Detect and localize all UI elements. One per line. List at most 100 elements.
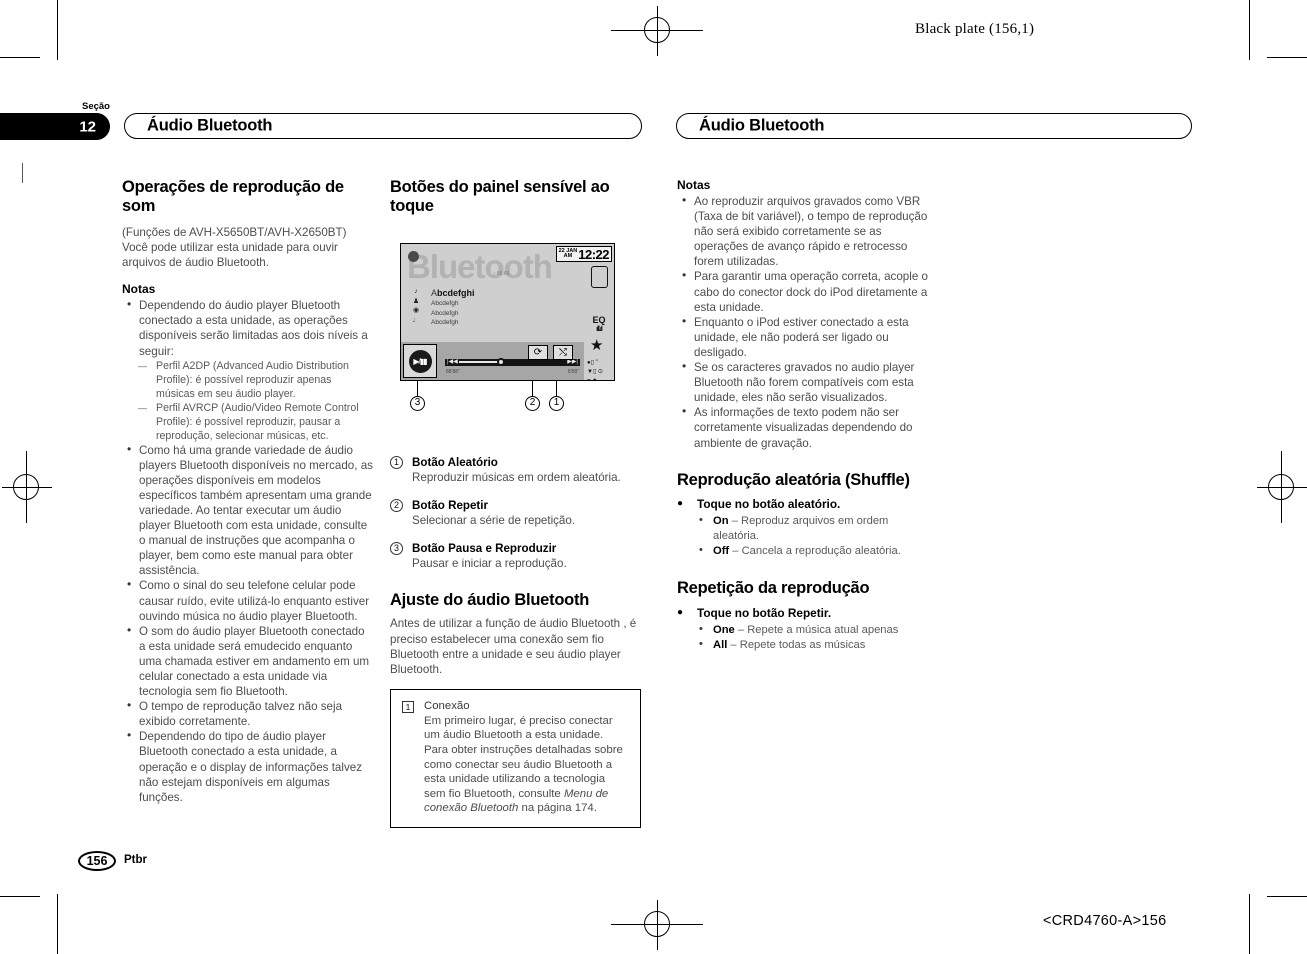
crop-mark-tl-v — [57, 0, 59, 60]
seek-knob[interactable] — [497, 358, 505, 366]
previous-track-icon[interactable]: |◀◀ — [447, 359, 458, 365]
track-type-icons: ♪ ♟ ◉ ♩ — [410, 287, 422, 325]
col2-para-ajuste: Antes de utilizar a função de áudio Blue… — [390, 617, 637, 676]
list-item: Como o sinal do seu telefone celular pod… — [122, 577, 373, 623]
col1-notes-list: Dependendo do áudio player Bluetooth con… — [122, 297, 373, 358]
heading-operacoes: Operações de reprodução de som — [122, 178, 344, 216]
artist-icon: ♟ — [412, 297, 420, 305]
manual-page: Black plate (156,1) <CRD4760-A>156 Seção… — [0, 0, 1307, 954]
col3-notes-list: Ao reproduzir arquivos gravados como VBR… — [677, 193, 928, 451]
heading-repeat: Repetição da reprodução — [677, 579, 870, 598]
column-one: Operações de reprodução de som (Funções … — [122, 178, 373, 805]
crop-mark-tl-h — [0, 57, 40, 59]
list-item: All – Repete todas as músicas — [699, 637, 928, 653]
list-item: On – Reproduz arquivos em ordem aleatóri… — [699, 513, 928, 544]
page-number-badge: 156 — [78, 851, 116, 871]
eq-icon: EQ ıll.ıl — [592, 315, 606, 334]
col1-intro-text: Você pode utilizar esta unidade para ouv… — [122, 241, 338, 270]
option-one-desc: – Repete a música atual apenas — [734, 623, 899, 636]
option-on-label: On — [713, 515, 729, 528]
repeat-options: One – Repete a música atual apenas All –… — [677, 622, 928, 653]
list-item: Off – Cancela a reprodução aleatória. — [699, 543, 928, 559]
col3-notes-title: Notas — [677, 178, 711, 192]
track-line-4: Abcdefgh — [431, 319, 459, 326]
page-header-left: Áudio Bluetooth — [124, 113, 642, 139]
black-plate-label: Black plate (156,1) — [915, 21, 1035, 37]
callout-bubble-1: 1 — [549, 396, 564, 411]
repeat-operation-list: Toque no botão Repetir. — [677, 605, 928, 621]
list-item: O som do áudio player Bluetooth conectad… — [122, 623, 373, 699]
list-item: Dependendo do áudio player Bluetooth con… — [122, 297, 373, 358]
callout-number-2: 2 — [390, 498, 403, 512]
clock-time: 12:22 — [578, 246, 609, 262]
col1-notes-title: Notas — [122, 282, 156, 297]
column-three: Notas Ao reproduzir arquivos gravados co… — [677, 178, 928, 653]
crop-mark-br-h — [1267, 896, 1307, 898]
bluetooth-watermark: Bluetooth — [407, 248, 553, 285]
note-box-conexao: 1 Conexão Em primeiro lugar, é preciso c… — [390, 688, 641, 828]
shuffle-icon: ⤭ — [559, 346, 567, 358]
note-box-line2-c: na página 174. — [518, 802, 597, 815]
callout-number-1: 1 — [390, 455, 403, 469]
list-item: As informações de texto podem não ser co… — [677, 404, 928, 450]
callout-bubble-3: 3 — [410, 396, 425, 411]
status-row-2-icon: ▼▯ ⊙ — [587, 369, 603, 375]
status-row-3-icon: ━ ✦ — [587, 378, 598, 381]
option-one-label: One — [713, 623, 735, 636]
crop-mark-tr-h — [1267, 57, 1307, 59]
callout-bubble-2: 2 — [525, 396, 540, 411]
clock-ampm: AM — [563, 253, 573, 259]
callout-title-3: Botão Pausa e Reproduzir — [412, 541, 557, 555]
list-item: Dependendo do tipo de áudio player Bluet… — [122, 728, 373, 804]
phone-icon — [591, 266, 608, 288]
leader-line-3 — [417, 381, 419, 397]
callout-title-1: Botão Aleatório — [412, 455, 498, 469]
track-info: Abcdefghi Abcdefgh Abcdefgh Abcdefgh — [431, 288, 475, 328]
callout-item-2: 2 Botão Repetir Selecionar a série de re… — [390, 498, 641, 528]
list-item: Ao reproduzir arquivos gravados como VBR… — [677, 193, 928, 269]
callout-desc-2: Selecionar a série de repetição. — [412, 513, 576, 527]
section-tab: 12 — [0, 113, 110, 140]
shuffle-operation-list: Toque no botão aleatório. — [677, 496, 928, 512]
shuffle-options: On – Reproduz arquivos em ordem aleatóri… — [677, 513, 928, 559]
time-total: 8'88" — [567, 369, 579, 375]
operation-shuffle: Toque no botão aleatório. — [677, 496, 928, 512]
note-box-title: Conexão — [424, 699, 470, 712]
music-note-icon: ♪ — [414, 288, 418, 295]
callout-item-1: 1 Botão Aleatório Reproduzir músicas em … — [390, 455, 641, 485]
callout-number-3: 3 — [390, 541, 403, 555]
page-header-left-title: Áudio Bluetooth — [147, 116, 273, 135]
callout-title-2: Botão Repetir — [412, 498, 489, 512]
page-header-right: Áudio Bluetooth — [676, 113, 1192, 139]
shuffle-button[interactable]: ⤭ — [553, 345, 573, 360]
note-glyph-label: ♪ 66:66 — [493, 271, 510, 277]
leader-line-2 — [532, 381, 534, 397]
heading-ajuste: Ajuste do áudio Bluetooth — [390, 590, 590, 609]
left-margin-rule — [22, 163, 23, 183]
time-elapsed: 88'88" — [446, 369, 460, 375]
repeat-button[interactable]: ⟳ — [528, 345, 548, 360]
track-line-2: Abcdefgh — [431, 300, 459, 307]
list-item: Perfil A2DP (Advanced Audio Distribution… — [138, 359, 373, 401]
option-off-label: Off — [713, 545, 730, 558]
option-off-desc: – Cancela a reprodução aleatória. — [729, 545, 901, 558]
clock-display: 22 JAN AM 12:22 — [555, 246, 612, 262]
play-pause-icon: ▶/▮▮ — [408, 349, 432, 373]
device-screen-illustration: Bluetooth 22 JAN AM 12:22 ♪ 66:66 ♪ ♟ ◉ … — [400, 243, 615, 381]
note-box-marker: 1 — [402, 700, 414, 713]
crop-mark-bl-h — [0, 896, 40, 898]
crop-mark-tr-v — [1249, 0, 1251, 60]
status-row-1-icon: ●▯ " — [587, 360, 598, 366]
registration-mark-left — [2, 451, 52, 523]
registration-mark-bottom — [611, 900, 703, 950]
note-box-line1: Em primeiro lugar, é preciso conectar um… — [424, 714, 613, 742]
list-item: O tempo de reprodução talvez não seja ex… — [122, 698, 373, 729]
track-line-3: Abcdefgh — [431, 309, 459, 317]
page-header-right-title: Áudio Bluetooth — [699, 116, 825, 135]
list-item: One – Repete a música atual apenas — [699, 622, 928, 638]
col1-dash-list: Perfil A2DP (Advanced Audio Distribution… — [122, 359, 373, 443]
heading-shuffle: Reprodução aleatória (Shuffle) — [677, 470, 910, 489]
play-pause-button[interactable]: ▶/▮▮ — [403, 344, 437, 378]
option-all-desc: – Repete todas as músicas — [727, 638, 866, 651]
callout-item-3: 3 Botão Pausa e Reproduzir Pausar e inic… — [390, 541, 641, 571]
